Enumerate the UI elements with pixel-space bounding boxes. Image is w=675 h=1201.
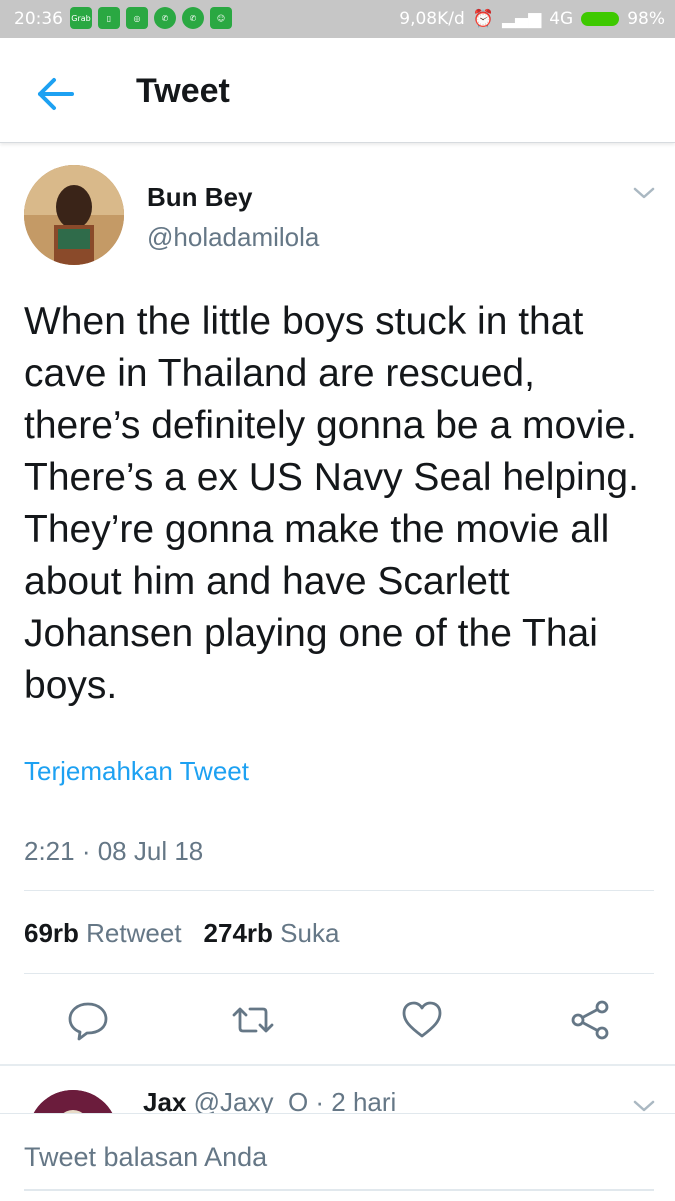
grab-icon: Grab xyxy=(70,7,92,29)
whatsapp-icon: ✆ xyxy=(182,7,204,29)
heart-icon xyxy=(402,1001,442,1038)
translate-tweet-link[interactable]: Terjemahkan Tweet xyxy=(24,756,249,787)
chevron-down-icon xyxy=(633,1100,655,1112)
tweet-timestamp: 2:21 · 08 Jul 18 xyxy=(24,836,204,866)
like-label: Suka xyxy=(280,918,340,948)
reply-button[interactable] xyxy=(63,995,113,1045)
tweet-stats: 69rb Retweet 274rb Suka xyxy=(24,918,339,949)
tweet-text: When the little boys stuck in that cave … xyxy=(24,300,639,707)
divider xyxy=(24,973,654,974)
whatsapp-icon: ✆ xyxy=(154,7,176,29)
signal-icon: ▂▄▆ xyxy=(501,9,542,29)
status-time: 20:36 xyxy=(14,9,63,29)
input-underline xyxy=(24,1189,654,1191)
reply-icon xyxy=(68,1002,108,1041)
status-bar: 20:36 Grab ▯ ◎ ✆ ✆ ☺ 9,08K/d ⏰ ▂▄▆ 4G 98… xyxy=(0,0,675,38)
arrow-left-icon xyxy=(38,78,74,110)
chevron-down-icon xyxy=(633,187,655,199)
avatar-image xyxy=(24,165,124,265)
reply-menu-button[interactable] xyxy=(632,1098,656,1114)
alarm-icon: ⏰ xyxy=(472,9,494,29)
network-speed: 9,08K/d xyxy=(399,9,465,29)
notification-icons: Grab ▯ ◎ ✆ ✆ ☺ xyxy=(70,7,232,29)
author-handle[interactable]: @holadamilola xyxy=(147,222,319,253)
retweet-button[interactable] xyxy=(228,995,278,1045)
top-app-bar: Tweet xyxy=(0,38,675,143)
back-button[interactable] xyxy=(36,74,76,114)
app-icon: ◎ xyxy=(126,7,148,29)
tweet-menu-button[interactable] xyxy=(632,185,656,201)
retweet-icon xyxy=(232,1007,274,1033)
share-icon xyxy=(571,1000,609,1040)
battery-icon xyxy=(581,12,620,26)
retweet-stat[interactable]: 69rb Retweet xyxy=(24,918,182,949)
section-separator xyxy=(0,1064,675,1066)
reply-input[interactable] xyxy=(24,1135,624,1179)
page-title: Tweet xyxy=(136,72,230,110)
retweet-label: Retweet xyxy=(86,918,182,948)
share-button[interactable] xyxy=(566,995,616,1045)
retweet-count: 69rb xyxy=(24,918,79,948)
action-bar xyxy=(0,995,675,1055)
app-icon: ☺ xyxy=(210,7,232,29)
author-name[interactable]: Bun Bey xyxy=(147,182,252,213)
network-type: 4G xyxy=(549,9,574,29)
battery-level: 98% xyxy=(627,9,665,29)
avatar[interactable] xyxy=(24,165,124,265)
divider xyxy=(24,890,654,891)
like-stat[interactable]: 274rb Suka xyxy=(204,918,340,949)
app-icon: ▯ xyxy=(98,7,120,29)
like-button[interactable] xyxy=(397,995,447,1045)
like-count: 274rb xyxy=(203,918,273,948)
status-right: 9,08K/d ⏰ ▂▄▆ 4G 98% xyxy=(399,9,665,29)
